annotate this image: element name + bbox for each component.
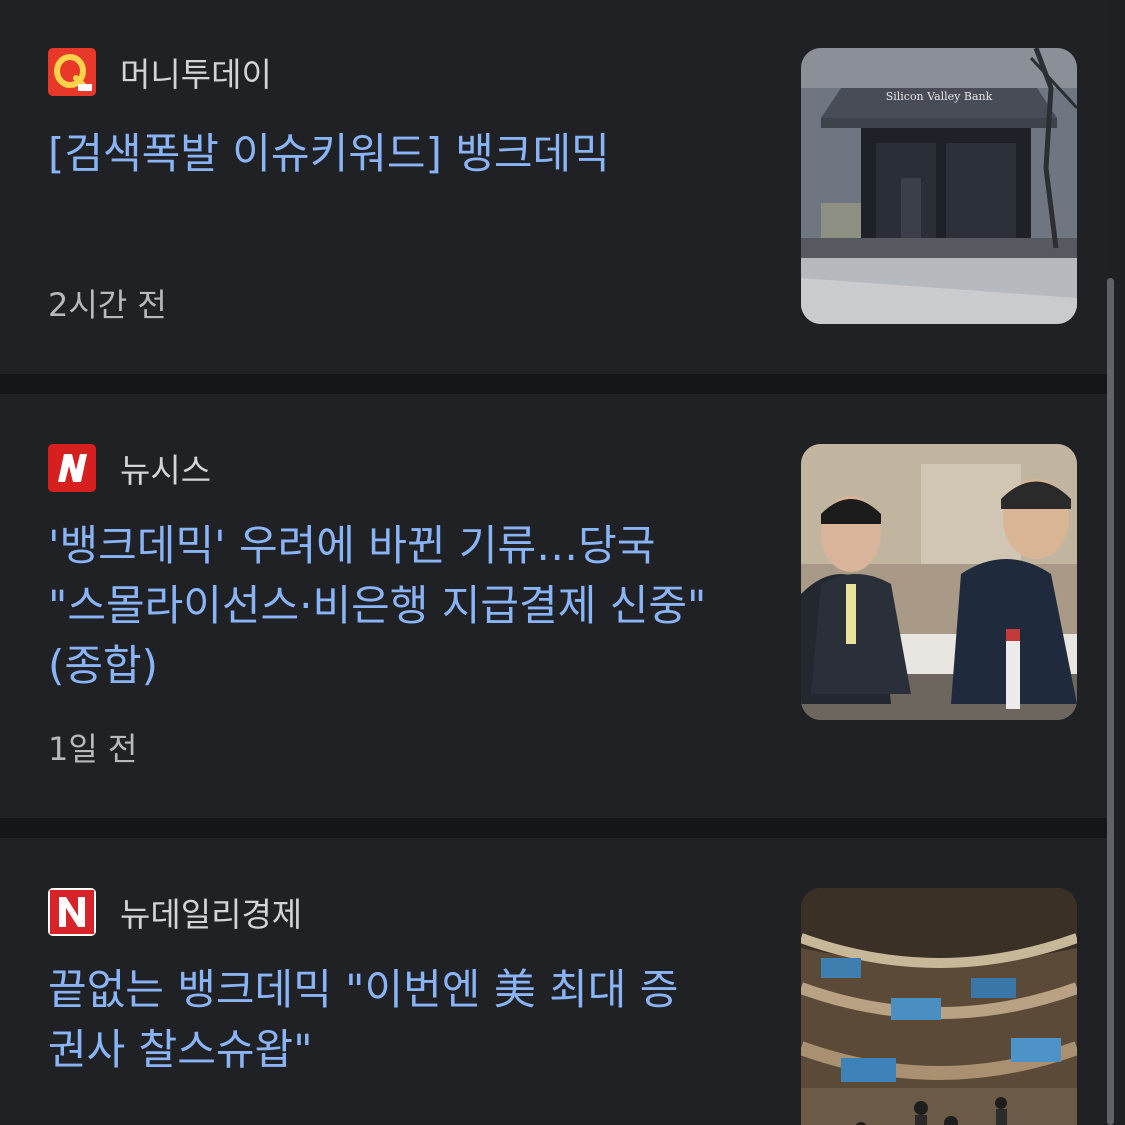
moneytoday-logo-icon: [48, 48, 96, 96]
meeting-officials-photo[interactable]: [801, 444, 1077, 720]
svg-text:Silicon Valley Bank: Silicon Valley Bank: [886, 90, 993, 103]
card-separator: [0, 374, 1109, 394]
stock-exchange-floor-photo[interactable]: [801, 888, 1077, 1125]
news-card[interactable]: 뉴데일리경제 끝없는 뱅크데믹 "이번엔 美 최대 증 권사 찰스슈왑": [0, 838, 1109, 1125]
newsis-logo-icon: [48, 444, 96, 492]
headline-link[interactable]: '뱅크데믹' 우려에 바뀐 기류…당국 "스몰라이선스·비은행 지급결제 신중"…: [48, 516, 768, 696]
source-name: 뉴데일리경제: [120, 895, 303, 934]
headline-link[interactable]: 끝없는 뱅크데믹 "이번엔 美 최대 증 권사 찰스슈왑": [48, 960, 768, 1080]
scrollbar[interactable]: [1107, 278, 1114, 1125]
source-name: 뉴시스: [120, 451, 212, 490]
source-row: 머니투데이: [48, 48, 272, 96]
newdaily-logo-icon: [48, 888, 96, 936]
news-feed: 머니투데이 [검색폭발 이슈키워드] 뱅크데믹 2시간 전 Silicon Va…: [0, 0, 1109, 1125]
card-separator: [0, 818, 1109, 838]
news-card[interactable]: 머니투데이 [검색폭발 이슈키워드] 뱅크데믹 2시간 전 Silicon Va…: [0, 0, 1109, 374]
source-row: 뉴시스: [48, 444, 211, 492]
source-name: 머니투데이: [120, 55, 272, 94]
timestamp: 1일 전: [48, 730, 138, 768]
bank-storefront-photo[interactable]: Silicon Valley Bank: [801, 48, 1077, 324]
headline-link[interactable]: [검색폭발 이슈키워드] 뱅크데믹: [48, 124, 768, 184]
source-row: 뉴데일리경제: [48, 888, 302, 936]
timestamp: 2시간 전: [48, 286, 167, 324]
news-card[interactable]: 뉴시스 '뱅크데믹' 우려에 바뀐 기류…당국 "스몰라이선스·비은행 지급결제…: [0, 394, 1109, 818]
